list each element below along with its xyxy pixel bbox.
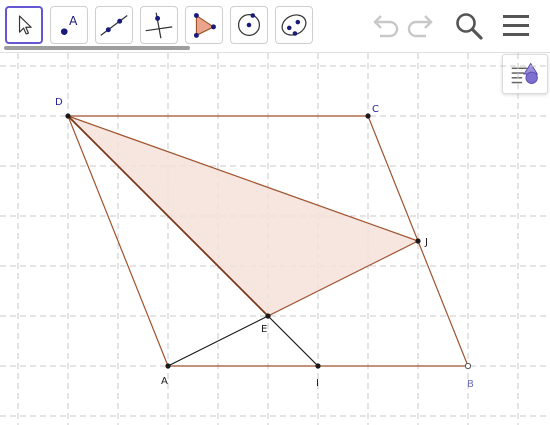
ellipse-tool-button[interactable] [275,6,313,44]
point-b-label: B [467,379,474,390]
line-icon [100,15,128,36]
undo-button[interactable] [368,9,402,43]
search-icon [456,13,483,40]
line-tool-button[interactable] [95,6,133,44]
move-tool-button[interactable] [5,6,43,44]
cursor-arrow-icon [18,15,32,35]
circle-center-icon [237,13,261,37]
perpendicular-line-icon [145,12,173,39]
point-d-label: D [55,97,63,108]
polygon-icon [193,13,216,38]
point-tool-letter: A [69,14,78,28]
search-button[interactable] [452,9,486,43]
undo-icon [373,15,399,38]
point-i-label: I [316,378,319,389]
point-icon: A [60,14,78,35]
segment-ei[interactable] [267,315,319,367]
point-j-label: J [424,237,428,248]
redo-button[interactable] [404,9,438,43]
menu-icon [503,15,529,36]
graphics-view[interactable]: D C J E A I B [0,53,550,425]
perpendicular-line-tool-button[interactable] [140,6,178,44]
point-e-label: E [261,324,267,335]
point-e[interactable] [265,313,271,319]
redo-icon [407,15,433,38]
point-j[interactable] [415,238,421,244]
point-c[interactable] [365,113,371,119]
toolbar: A [0,0,550,53]
toolbar-scroll-indicator [4,46,190,50]
circle-tool-button[interactable] [230,6,268,44]
point-a[interactable] [165,363,171,369]
menu-button[interactable] [499,9,533,43]
point-b[interactable] [464,362,472,370]
point-tool-button[interactable]: A [50,6,88,44]
ellipse-icon [281,14,307,36]
point-c-label: C [372,104,379,115]
geometry-canvas[interactable]: D C J E A I B [0,53,550,425]
polygon-tool-button[interactable] [185,6,223,44]
point-d[interactable] [65,113,71,119]
point-a-label: A [161,376,168,387]
point-i[interactable] [315,363,321,369]
